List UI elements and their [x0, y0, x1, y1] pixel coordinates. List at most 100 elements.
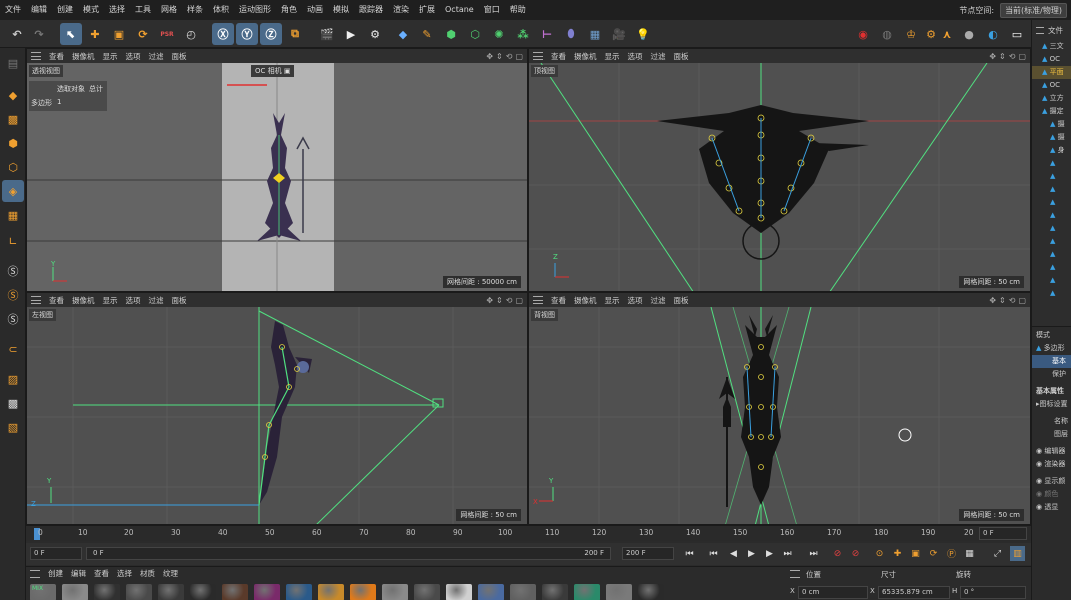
viewport-left[interactable]: 查看 摄像机 显示 选项 过滤 面板 ✥ ⇕ ⟲ ▢ Y Z 左视图 网格间距 …: [26, 292, 528, 525]
object-list-item[interactable]: ▲ 立方: [1032, 92, 1071, 105]
play-icon[interactable]: ▶: [744, 546, 759, 561]
material-swatch[interactable]: [254, 584, 280, 600]
snap-workplane-icon[interactable]: Ⓢ: [2, 308, 24, 330]
material-swatch[interactable]: [510, 584, 536, 600]
maximize-icon[interactable]: ▢: [515, 296, 523, 305]
scale-icon[interactable]: ▣: [108, 23, 130, 45]
goto-start-icon[interactable]: ⏮: [682, 546, 697, 561]
editor-visible-row[interactable]: ◉ 编辑器: [1032, 445, 1071, 458]
dolly-icon[interactable]: ⇕: [496, 296, 503, 305]
menu-mode[interactable]: 模式: [78, 0, 104, 20]
vp-menu-display[interactable]: 显示: [605, 51, 620, 62]
octane-joint-icon[interactable]: ⋏: [936, 23, 958, 45]
rot-h-field[interactable]: 0 °: [960, 586, 1026, 599]
vp-menu-view[interactable]: 查看: [551, 51, 566, 62]
goto-end-icon[interactable]: ⏭: [806, 546, 821, 561]
object-list-item[interactable]: ▲ 摄: [1032, 118, 1071, 131]
render-picture-viewer-icon[interactable]: ▶: [340, 23, 362, 45]
frame-range-slider[interactable]: 0 F 200 F: [86, 547, 611, 560]
viewport-perspective[interactable]: 查看 摄像机 显示 选项 过滤 面板 ✥ ⇕ ⟲ ▢ Y 透视视图 OC 相机 …: [26, 48, 528, 292]
vp-menu-panel[interactable]: 面板: [172, 51, 187, 62]
object-list-item[interactable]: ▲: [1032, 183, 1071, 196]
menu-render[interactable]: 渲染: [388, 0, 414, 20]
vp-menu-camera[interactable]: 摄像机: [574, 51, 597, 62]
attr-tab-protect[interactable]: 保护: [1032, 368, 1071, 381]
floor-icon[interactable]: ▦: [584, 23, 606, 45]
object-list-item[interactable]: ▲: [1032, 196, 1071, 209]
hamburger-icon[interactable]: [533, 52, 543, 60]
menu-mograph[interactable]: 运动图形: [234, 0, 276, 20]
material-swatch[interactable]: [606, 584, 632, 600]
vp-menu-filter[interactable]: 过滤: [149, 51, 164, 62]
pan-icon[interactable]: ✥: [486, 296, 493, 305]
coordinate-system-icon[interactable]: ⧉: [284, 23, 306, 45]
dolly-icon[interactable]: ⇕: [999, 296, 1006, 305]
make-editable-icon[interactable]: ▤: [2, 52, 24, 74]
key-selection-icon[interactable]: ⊙: [872, 546, 887, 561]
cube-icon[interactable]: ◆: [392, 23, 414, 45]
material-swatch[interactable]: [126, 584, 152, 600]
vp-menu-view[interactable]: 查看: [49, 295, 64, 306]
snap-settings-icon[interactable]: Ⓢ: [2, 284, 24, 306]
xray-row[interactable]: ◉ 透显: [1032, 501, 1071, 514]
material-swatch[interactable]: [382, 584, 408, 600]
pan-icon[interactable]: ✥: [989, 296, 996, 305]
pen-icon[interactable]: ✎: [416, 23, 438, 45]
record-icon[interactable]: ⊘: [830, 546, 845, 561]
object-list-item[interactable]: ▲ OC: [1032, 53, 1071, 66]
undo-icon[interactable]: ↶: [6, 23, 28, 45]
key-scale-icon[interactable]: ▣: [908, 546, 923, 561]
menu-animate[interactable]: 动画: [302, 0, 328, 20]
vp-menu-display[interactable]: 显示: [605, 295, 620, 306]
motion-system-icon[interactable]: ⤢: [990, 546, 1005, 561]
orbit-icon[interactable]: ⟲: [506, 296, 513, 305]
menu-octane[interactable]: Octane: [440, 0, 479, 20]
viewport-top[interactable]: 查看 摄像机 显示 选项 过滤 面板 ✥ ⇕ ⟲ ▢ Z 顶视图 网格间距: …: [528, 48, 1031, 292]
material-swatch[interactable]: [62, 584, 88, 600]
hamburger-icon[interactable]: [533, 296, 543, 304]
points-mode-icon[interactable]: ⬢: [2, 132, 24, 154]
material-swatch[interactable]: [638, 584, 664, 600]
subdivision-icon[interactable]: ⬡: [464, 23, 486, 45]
polygons-mode-icon[interactable]: ◈: [2, 180, 24, 202]
vp-menu-panel[interactable]: 面板: [172, 295, 187, 306]
material-swatch[interactable]: [286, 584, 312, 600]
mat-menu-edit[interactable]: 编辑: [71, 568, 86, 579]
menu-create[interactable]: 创建: [52, 0, 78, 20]
menu-extensions[interactable]: 扩展: [414, 0, 440, 20]
material-swatch[interactable]: [222, 584, 248, 600]
object-list-item[interactable]: ▲ 三文: [1032, 40, 1071, 53]
octane-render-icon[interactable]: ◉: [852, 23, 874, 45]
material-swatch[interactable]: [574, 584, 600, 600]
vp-menu-display[interactable]: 显示: [103, 51, 118, 62]
octane-objects-icon[interactable]: ♔: [900, 23, 922, 45]
rotate-icon[interactable]: ⟳: [132, 23, 154, 45]
x-axis-lock-icon[interactable]: Ⓧ: [212, 23, 234, 45]
axis-mode-icon[interactable]: ∟: [2, 230, 24, 252]
menu-file[interactable]: 文件: [0, 0, 26, 20]
hamburger-icon[interactable]: [30, 569, 40, 578]
menu-window[interactable]: 窗口: [479, 0, 505, 20]
vp-menu-camera[interactable]: 摄像机: [72, 295, 95, 306]
vp-menu-panel[interactable]: 面板: [674, 51, 689, 62]
om-tab-file[interactable]: 文件: [1048, 25, 1063, 36]
timeline-frame-field[interactable]: 0 F: [979, 527, 1027, 540]
vp-menu-view[interactable]: 查看: [551, 295, 566, 306]
recent-tool-icon[interactable]: ◴: [180, 23, 202, 45]
attr-tab-basic[interactable]: 基本: [1032, 355, 1071, 368]
vp-menu-view[interactable]: 查看: [49, 51, 64, 62]
field-icon[interactable]: ⬮: [560, 23, 582, 45]
mat-menu-view[interactable]: 查看: [94, 568, 109, 579]
object-list-item[interactable]: ▲ 平面: [1032, 66, 1071, 79]
object-list-item[interactable]: ▲: [1032, 222, 1071, 235]
object-list-item[interactable]: ▲ 摄: [1032, 131, 1071, 144]
top-canvas[interactable]: Z: [529, 62, 1030, 291]
pan-icon[interactable]: ✥: [486, 52, 493, 61]
timeline-ruler[interactable]: 0 10 20 30 40 50 60 70 80 90 100 110 120…: [26, 525, 1031, 541]
uv-mode-icon[interactable]: ▦: [2, 204, 24, 226]
menu-mesh[interactable]: 网格: [156, 0, 182, 20]
edges-mode-icon[interactable]: ⬡: [2, 156, 24, 178]
locked-workplane-icon[interactable]: ▩: [2, 392, 24, 414]
autokey-icon[interactable]: ⊘: [848, 546, 863, 561]
menu-tracker[interactable]: 跟踪器: [354, 0, 388, 20]
